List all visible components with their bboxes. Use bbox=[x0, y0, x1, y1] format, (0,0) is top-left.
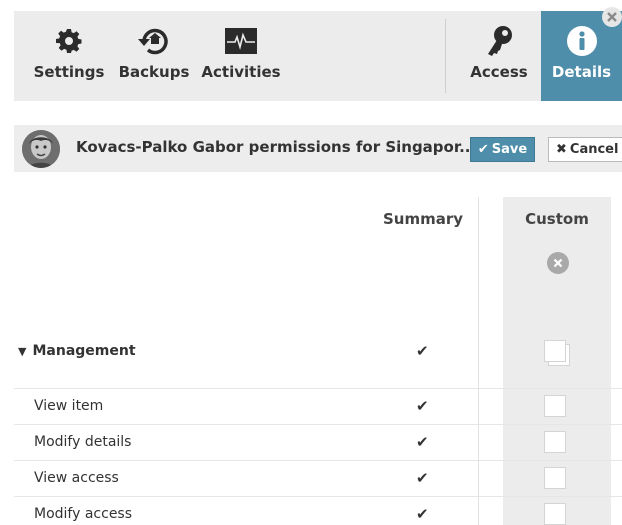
access-button[interactable]: Access bbox=[466, 11, 532, 101]
backup-icon bbox=[137, 24, 171, 58]
check-icon: ✔ bbox=[477, 142, 489, 157]
custom-checkbox[interactable] bbox=[544, 467, 566, 489]
backups-label: Backups bbox=[118, 63, 190, 81]
activities-label: Activities bbox=[201, 63, 281, 81]
summary-check-icon: ✔ bbox=[416, 505, 429, 523]
activities-button[interactable]: Activities bbox=[201, 11, 281, 101]
custom-checkbox[interactable] bbox=[544, 431, 566, 453]
table-row: Modify details ✔ bbox=[14, 425, 622, 461]
caret-down-icon: ▼ bbox=[18, 345, 27, 358]
table-row: View access ✔ bbox=[14, 461, 622, 497]
info-icon bbox=[566, 24, 598, 58]
key-icon bbox=[484, 24, 514, 58]
clear-custom-icon[interactable] bbox=[547, 252, 569, 274]
backups-button[interactable]: Backups bbox=[117, 11, 191, 101]
custom-column-header: Custom bbox=[525, 210, 589, 228]
settings-label: Settings bbox=[33, 63, 105, 81]
save-button[interactable]: ✔ Save bbox=[470, 137, 535, 162]
group-label: ▼ Management bbox=[18, 343, 136, 359]
close-icon: ✖ bbox=[556, 142, 567, 157]
table-row: Modify access ✔ bbox=[14, 497, 622, 525]
page-title: Kovacs-Palko Gabor permissions for Singa… bbox=[76, 138, 477, 156]
summary-check-icon: ✔ bbox=[416, 469, 429, 487]
permission-label: View access bbox=[34, 470, 119, 486]
toolbar-divider bbox=[445, 19, 446, 93]
close-icon[interactable] bbox=[602, 7, 622, 27]
custom-checkbox[interactable] bbox=[544, 503, 566, 525]
permission-group-management[interactable]: ▼ Management ✔ bbox=[14, 318, 622, 389]
toolbar: Settings Backups Activities Access Detai… bbox=[14, 7, 622, 101]
summary-check-icon: ✔ bbox=[416, 342, 429, 360]
details-label: Details bbox=[551, 63, 612, 81]
table-row: View item ✔ bbox=[14, 389, 622, 425]
gear-icon bbox=[56, 24, 82, 58]
access-label: Access bbox=[470, 63, 528, 81]
summary-check-icon: ✔ bbox=[416, 397, 429, 415]
save-label: Save bbox=[491, 142, 528, 157]
cancel-label: Cancel bbox=[569, 142, 619, 157]
summary-check-icon: ✔ bbox=[416, 433, 429, 451]
permission-label: Modify access bbox=[34, 506, 133, 522]
custom-checkbox[interactable] bbox=[544, 395, 566, 417]
settings-button[interactable]: Settings bbox=[33, 11, 105, 101]
cancel-button[interactable]: ✖ Cancel bbox=[548, 137, 622, 162]
activity-monitor-icon bbox=[224, 24, 258, 58]
permission-label: View item bbox=[34, 398, 104, 414]
summary-column-header: Summary bbox=[383, 210, 464, 228]
custom-checkbox[interactable] bbox=[544, 340, 566, 362]
permission-label: Modify details bbox=[34, 434, 132, 450]
avatar bbox=[22, 130, 60, 168]
details-button[interactable]: Details bbox=[541, 7, 622, 101]
permissions-header: Kovacs-Palko Gabor permissions for Singa… bbox=[14, 125, 622, 172]
